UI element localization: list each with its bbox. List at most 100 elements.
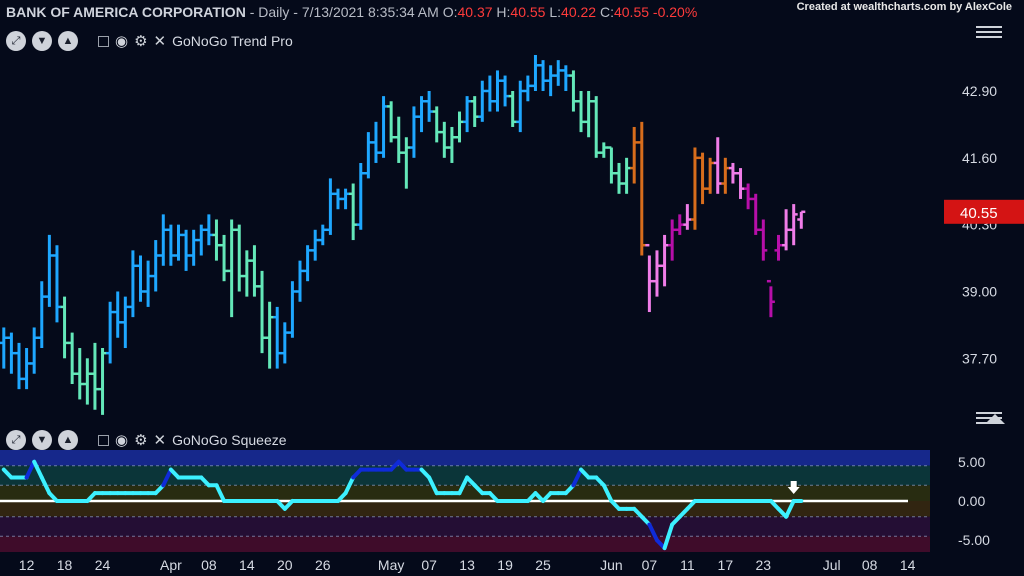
- ohlc-bar: [447, 126, 456, 163]
- x-tick-label: 25: [535, 557, 551, 573]
- eye-icon[interactable]: ◉: [115, 32, 128, 50]
- ohlc-bar: [265, 301, 274, 369]
- price-tick-label: 37.70: [962, 350, 997, 366]
- arrow-up-icon[interactable]: ▲: [58, 31, 78, 51]
- ohlc-bar: [599, 142, 608, 158]
- ohlc-bar: [652, 250, 661, 297]
- ohlc-bar: [394, 116, 403, 163]
- x-tick-label: 08: [201, 557, 217, 573]
- ohlc-bar: [356, 162, 365, 230]
- ohlc-bar: [751, 193, 760, 235]
- squeeze-band: [0, 450, 930, 466]
- expand-icon[interactable]: ⤢: [6, 31, 26, 51]
- x-tick-label: 17: [718, 557, 734, 573]
- x-tick-label: 18: [57, 557, 73, 573]
- eye-icon[interactable]: ◉: [115, 431, 128, 449]
- ohlc-bar: [546, 65, 555, 97]
- ohlc-bar: [212, 219, 221, 261]
- price-panel-toolbar: ⤢ ▼ ▲ ◉ ⚙ ✕ GoNoGo Trend Pro: [6, 30, 293, 52]
- ohlc-bar: [561, 65, 570, 91]
- squeeze-tick-label: 5.00: [958, 454, 985, 470]
- ohlc-bar: [569, 70, 578, 112]
- ohlc-bar: [425, 90, 434, 122]
- squeeze-tick-label: 0.00: [958, 493, 985, 509]
- ohlc-bar: [45, 234, 54, 307]
- ohlc-bar: [782, 209, 791, 251]
- ohlc-bar: [539, 60, 548, 91]
- open-value: 40.37: [457, 4, 493, 20]
- ohlc-bar: [607, 146, 616, 184]
- open-label: O:: [438, 4, 458, 20]
- menu-icon[interactable]: [976, 412, 1002, 424]
- x-tick-label: Jul: [823, 557, 841, 573]
- ohlc-bar: [121, 296, 130, 349]
- ohlc-bar: [75, 348, 84, 400]
- ohlc-bar: [577, 90, 586, 133]
- ohlc-bar: [690, 147, 699, 230]
- ohlc-bar: [721, 157, 730, 194]
- ohlc-bar: [98, 348, 107, 415]
- ohlc-bar: [645, 243, 654, 313]
- ohlc-bar: [318, 224, 327, 246]
- ohlc-bar: [14, 342, 23, 390]
- close-icon[interactable]: ✕: [154, 32, 167, 50]
- expand-icon[interactable]: ⤢: [6, 430, 26, 450]
- ohlc-bar: [182, 229, 191, 271]
- ohlc-bar: [637, 121, 646, 256]
- ohlc-bar: [151, 240, 160, 292]
- close-label: C:: [596, 4, 614, 20]
- ohlc-bar: [371, 121, 380, 163]
- x-tick-label: 08: [862, 557, 878, 573]
- close-icon[interactable]: ✕: [154, 431, 167, 449]
- ohlc-bar: [250, 245, 259, 297]
- ohlc-bar: [797, 210, 806, 229]
- ohlc-bar: [706, 157, 715, 194]
- ohlc-bar: [470, 96, 479, 127]
- ohlc-bar: [204, 214, 213, 246]
- ohlc-bar: [554, 60, 563, 86]
- ohlc-bar: [592, 96, 601, 158]
- ohlc-bar: [774, 234, 783, 261]
- ohlc-bar: [493, 70, 502, 112]
- high-value: 40.55: [510, 4, 546, 20]
- squeeze-band: [0, 536, 930, 552]
- ohlc-bar: [364, 132, 373, 179]
- ohlc-bar: [409, 106, 418, 158]
- ohlc-bar: [326, 178, 335, 235]
- ohlc-bar: [622, 157, 631, 194]
- low-label: L:: [545, 4, 562, 20]
- high-label: H:: [492, 4, 511, 20]
- ohlc-bar: [303, 245, 312, 282]
- gear-icon[interactable]: ⚙: [134, 431, 147, 449]
- ohlc-bar: [52, 245, 61, 323]
- collapse-square-icon[interactable]: [98, 35, 109, 47]
- ohlc-bar: [402, 137, 411, 189]
- ohlc-bar: [349, 183, 358, 241]
- collapse-square-icon[interactable]: [98, 434, 109, 446]
- ohlc-bar: [113, 291, 122, 338]
- ohlc-bar: [144, 260, 153, 307]
- ohlc-bar: [0, 327, 8, 369]
- arrow-down-icon[interactable]: ▼: [32, 430, 52, 450]
- ohlc-bar: [22, 348, 31, 390]
- ohlc-bar: [159, 214, 168, 266]
- arrow-down-icon[interactable]: ▼: [32, 31, 52, 51]
- ohlc-bar: [440, 121, 449, 158]
- ohlc-bar: [789, 204, 798, 246]
- ohlc-bar: [174, 224, 183, 261]
- x-tick-label: Apr: [160, 557, 182, 573]
- ohlc-bar: [166, 224, 175, 266]
- chart-header: BANK OF AMERICA CORPORATION - Daily - 7/…: [6, 4, 697, 20]
- ohlc-bar: [478, 80, 487, 122]
- x-tick-label: May: [378, 557, 404, 573]
- arrow-up-icon[interactable]: ▲: [58, 430, 78, 450]
- squeeze-indicator-name: GoNoGo Squeeze: [172, 432, 287, 448]
- x-tick-label: Jun: [600, 557, 623, 573]
- ohlc-bar: [736, 168, 745, 199]
- gear-icon[interactable]: ⚙: [134, 32, 147, 50]
- credit-text: Created at wealthcharts.com by AlexCole: [796, 1, 1012, 13]
- ohlc-bar: [630, 126, 639, 184]
- ohlc-bar: [258, 270, 267, 354]
- menu-icon[interactable]: [976, 26, 1002, 38]
- last-price-label: 40.55: [960, 205, 998, 222]
